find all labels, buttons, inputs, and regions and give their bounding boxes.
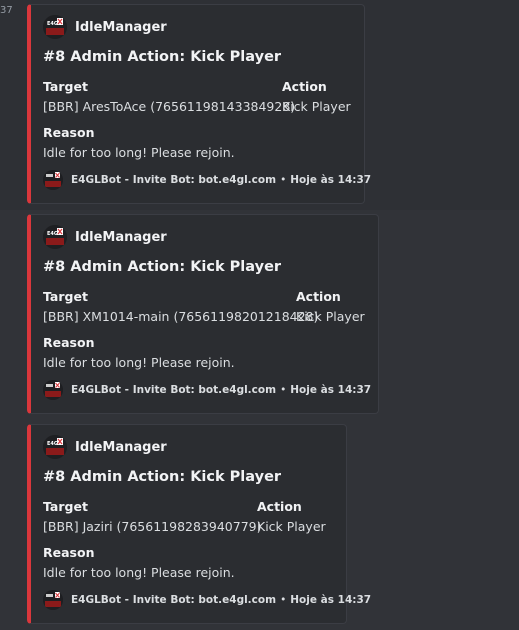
embed-card: E4GL IdleManager #8 Admin Action: Kick P… xyxy=(27,4,371,204)
embed-title: #8 Admin Action: Kick Player xyxy=(43,469,282,485)
field-target-value: [BBR] AresToAce (76561198143384928) xyxy=(43,99,296,114)
field-action-value: Kick Player xyxy=(282,99,351,114)
embed-card: E4GL IdleManager #8 Admin Action: Kick P… xyxy=(27,424,371,624)
footer-time: Hoje às 14:37 xyxy=(290,594,372,606)
embed-card: E4GL IdleManager #8 Admin Action: Kick P… xyxy=(27,214,379,414)
footer-bot-icon xyxy=(43,170,63,190)
author-avatar-icon[interactable]: E4GL xyxy=(43,15,67,39)
field-target-value: [BBR] XM1014-main (76561198201218428) xyxy=(43,309,319,324)
footer-time: Hoje às 14:37 xyxy=(290,174,372,186)
author-avatar-icon[interactable]: E4GL xyxy=(43,435,67,459)
field-target-label: Target xyxy=(43,499,88,514)
field-action-label: Action xyxy=(257,499,302,514)
embed-title: #8 Admin Action: Kick Player xyxy=(43,259,282,275)
message-timestamp: 37 xyxy=(0,5,13,16)
embed-author: E4GL IdleManager xyxy=(43,15,167,39)
footer-time: Hoje às 14:37 xyxy=(290,384,372,396)
author-name[interactable]: IdleManager xyxy=(75,440,167,455)
field-reason-value: Idle for too long! Please rejoin. xyxy=(43,355,235,370)
message-3: E4GL IdleManager #8 Admin Action: Kick P… xyxy=(0,420,519,630)
field-target-label: Target xyxy=(43,289,88,304)
field-reason-value: Idle for too long! Please rejoin. xyxy=(43,145,235,160)
footer-bot-icon xyxy=(43,590,63,610)
embed-footer: E4GLBot - Invite Bot: bot.e4gl.com • Hoj… xyxy=(43,170,371,190)
field-action-value: Kick Player xyxy=(296,309,365,324)
field-action-value: Kick Player xyxy=(257,519,326,534)
field-action-label: Action xyxy=(282,79,327,94)
field-action-label: Action xyxy=(296,289,341,304)
message-1: 37 E4GL IdleManager #8 Admin Action: Kic… xyxy=(0,0,519,210)
footer-bot-icon xyxy=(43,380,63,400)
field-target-label: Target xyxy=(43,79,88,94)
field-target-value: [BBR] Jaziri (76561198283940779) xyxy=(43,519,262,534)
field-reason-label: Reason xyxy=(43,125,95,140)
footer-separator: • xyxy=(280,384,287,396)
footer-text: E4GLBot - Invite Bot: bot.e4gl.com xyxy=(71,594,277,606)
embed-author: E4GL IdleManager xyxy=(43,435,167,459)
embed-author: E4GL IdleManager xyxy=(43,225,167,249)
field-reason-label: Reason xyxy=(43,545,95,560)
footer-text: E4GLBot - Invite Bot: bot.e4gl.com xyxy=(71,384,277,396)
message-2: E4GL IdleManager #8 Admin Action: Kick P… xyxy=(0,210,519,420)
footer-text: E4GLBot - Invite Bot: bot.e4gl.com xyxy=(71,174,277,186)
footer-separator: • xyxy=(280,594,287,606)
field-reason-label: Reason xyxy=(43,335,95,350)
footer-separator: • xyxy=(280,174,287,186)
embed-footer: E4GLBot - Invite Bot: bot.e4gl.com • Hoj… xyxy=(43,590,371,610)
field-reason-value: Idle for too long! Please rejoin. xyxy=(43,565,235,580)
embed-footer: E4GLBot - Invite Bot: bot.e4gl.com • Hoj… xyxy=(43,380,371,400)
embed-title: #8 Admin Action: Kick Player xyxy=(43,49,282,65)
author-avatar-icon[interactable]: E4GL xyxy=(43,225,67,249)
author-name[interactable]: IdleManager xyxy=(75,20,167,35)
author-name[interactable]: IdleManager xyxy=(75,230,167,245)
